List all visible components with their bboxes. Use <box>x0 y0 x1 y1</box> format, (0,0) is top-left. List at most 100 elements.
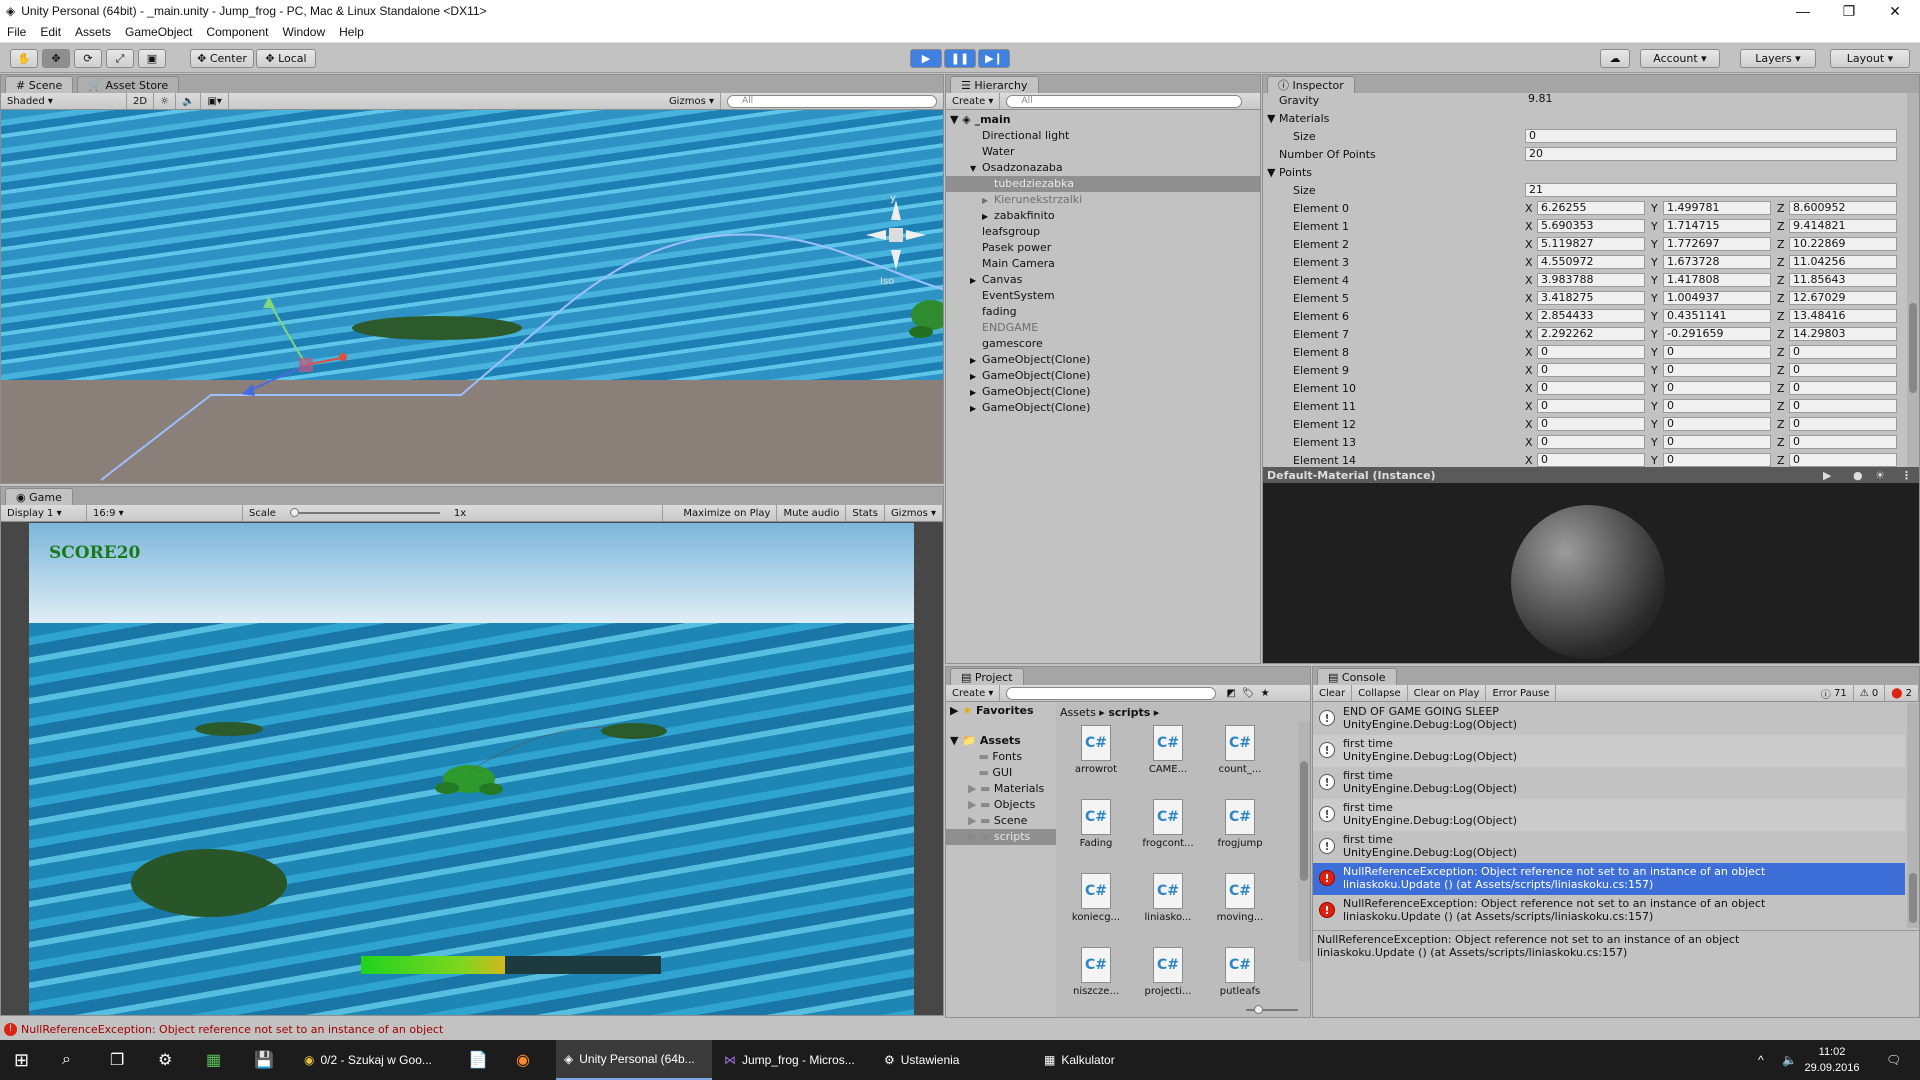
lighting-toggle-icon[interactable]: ☼ <box>154 93 177 109</box>
element-x-field[interactable]: 3.983788 <box>1537 273 1645 287</box>
step-button[interactable]: ▶❙ <box>978 49 1010 68</box>
element-y-field[interactable]: -0.291659 <box>1663 327 1771 341</box>
start-button[interactable]: ⊞ <box>6 1040 42 1080</box>
element-x-field[interactable]: 5.119827 <box>1537 237 1645 251</box>
foldout-arrow-icon[interactable]: ▶ <box>970 385 982 401</box>
foldout-arrow-icon[interactable]: ▶ <box>970 369 982 385</box>
assets-folder[interactable]: ▼ 📁 Assets <box>946 733 1056 749</box>
element-y-field[interactable]: 0 <box>1663 435 1771 449</box>
element-x-field[interactable]: 0 <box>1537 381 1645 395</box>
material-preview[interactable] <box>1263 483 1919 663</box>
menu-component[interactable]: Component <box>199 25 275 39</box>
script-asset[interactable]: C# liniasko... <box>1138 873 1198 923</box>
pivot-local-button[interactable]: ✥ Local <box>256 49 316 68</box>
script-asset[interactable]: C# frogcont... <box>1138 799 1198 849</box>
foldout-arrow-icon[interactable]: ▶ <box>982 193 994 209</box>
hierarchy-search-input[interactable]: All <box>1006 94 1243 108</box>
tab-console[interactable]: ▤ Console <box>1317 668 1397 685</box>
hierarchy-item[interactable]: ▶ GameObject(Clone) <box>946 368 1260 385</box>
element-z-field[interactable]: 11.85643 <box>1789 273 1897 287</box>
pause-button[interactable]: ❚❚ <box>944 49 976 68</box>
project-zoom-slider[interactable] <box>1246 1005 1298 1014</box>
rotate-tool-button[interactable]: ⟳ <box>74 49 102 68</box>
inspector-scroll-thumb[interactable] <box>1909 303 1917 393</box>
shading-mode-dropdown[interactable]: Shaded ▾ <box>1 93 127 109</box>
tab-hierarchy[interactable]: ☰ Hierarchy <box>950 76 1039 93</box>
console-scrollbar[interactable] <box>1907 703 1919 928</box>
project-scrollbar[interactable] <box>1298 721 1310 961</box>
console-scroll-thumb[interactable] <box>1909 873 1917 923</box>
toggle-2d-button[interactable]: 2D <box>127 93 155 109</box>
element-y-field[interactable]: 1.417808 <box>1663 273 1771 287</box>
project-folder[interactable]: ▶ ▬ Objects <box>946 797 1056 813</box>
pinned-app-icon-3[interactable]: 💾 <box>246 1040 282 1080</box>
gravity-field[interactable]: 9.81 <box>1525 93 1897 107</box>
hierarchy-scene-root[interactable]: ▼ ◈ _main <box>946 112 1260 128</box>
element-z-field[interactable]: 0 <box>1789 435 1897 449</box>
hand-tool-button[interactable]: ✋ <box>10 49 38 68</box>
menu-assets[interactable]: Assets <box>68 25 118 39</box>
foldout-arrow-icon[interactable]: ▼ <box>970 161 982 177</box>
project-folder[interactable]: ▶ ▬ Materials <box>946 781 1056 797</box>
tab-game[interactable]: ◉ Game <box>5 488 73 505</box>
element-z-field[interactable]: 14.29803 <box>1789 327 1897 341</box>
script-asset[interactable]: C# koniecg... <box>1066 873 1126 923</box>
move-tool-button[interactable]: ✥ <box>42 49 70 68</box>
filter-type-icon[interactable]: ◩ <box>1226 688 1235 699</box>
element-y-field[interactable]: 1.499781 <box>1663 201 1771 215</box>
taskbar-visualstudio[interactable]: ⋈ Jump_frog - Micros... <box>716 1040 872 1080</box>
menu-file[interactable]: File <box>0 25 33 39</box>
element-z-field[interactable]: 0 <box>1789 453 1897 467</box>
element-y-field[interactable]: 0 <box>1663 453 1771 467</box>
project-folder[interactable]: ▶ ▬ scripts <box>946 829 1056 845</box>
element-z-field[interactable]: 0 <box>1789 417 1897 431</box>
search-icon[interactable]: ⌕ <box>54 1040 90 1080</box>
materials-foldout[interactable]: ▼ Materials <box>1263 112 1329 125</box>
element-x-field[interactable]: 0 <box>1537 453 1645 467</box>
hierarchy-item[interactable]: leafsgroup <box>946 224 1260 240</box>
points-size-field[interactable]: 21 <box>1525 183 1897 197</box>
element-z-field[interactable]: 0 <box>1789 363 1897 377</box>
element-y-field[interactable]: 0 <box>1663 399 1771 413</box>
element-z-field[interactable]: 13.48416 <box>1789 309 1897 323</box>
element-x-field[interactable]: 0 <box>1537 417 1645 431</box>
hierarchy-item[interactable]: fading <box>946 304 1260 320</box>
element-x-field[interactable]: 0 <box>1537 435 1645 449</box>
console-error-pause-button[interactable]: Error Pause <box>1486 685 1557 701</box>
element-z-field[interactable]: 11.04256 <box>1789 255 1897 269</box>
element-y-field[interactable]: 1.714715 <box>1663 219 1771 233</box>
foldout-arrow-icon[interactable]: ▶ <box>970 401 982 417</box>
layout-dropdown[interactable]: Layout ▾ <box>1830 49 1910 68</box>
hierarchy-item[interactable]: ENDGAME <box>946 320 1260 336</box>
rect-tool-button[interactable]: ▣ <box>138 49 166 68</box>
scene-gizmos-dropdown[interactable]: Gizmos ▾ <box>663 93 721 109</box>
hierarchy-item[interactable]: ▶ GameObject(Clone) <box>946 352 1260 368</box>
hierarchy-item[interactable]: Water <box>946 144 1260 160</box>
scale-slider[interactable]: Scale 1x <box>243 505 663 521</box>
display-dropdown[interactable]: Display 1 ▾ <box>1 505 87 521</box>
console-log-entry[interactable]: ! END OF GAME GOING SLEEP UnityEngine.Debu… <box>1313 703 1905 735</box>
console-clear-on-play-button[interactable]: Clear on Play <box>1408 685 1487 701</box>
layers-dropdown[interactable]: Layers ▾ <box>1740 49 1816 68</box>
project-folder[interactable]: ▶ ▬ Scene <box>946 813 1056 829</box>
project-search-input[interactable] <box>1006 686 1217 700</box>
element-x-field[interactable]: 0 <box>1537 345 1645 359</box>
preview-menu-icon[interactable]: ⋮ <box>1901 469 1912 482</box>
project-create-dropdown[interactable]: Create ▾ <box>946 685 1001 701</box>
element-y-field[interactable]: 0 <box>1663 381 1771 395</box>
script-asset[interactable]: C# Fading <box>1066 799 1126 849</box>
scene-search-input[interactable]: All <box>727 94 937 108</box>
hierarchy-item[interactable]: tubedziezabka <box>946 176 1260 192</box>
favorite-star-icon[interactable]: ★ <box>1261 688 1270 699</box>
console-log-entry[interactable]: ! first time UnityEngine.Debug:Log(Object) <box>1313 799 1905 831</box>
console-info-filter[interactable]: ⓘ 71 <box>1815 685 1854 701</box>
hierarchy-item[interactable]: EventSystem <box>946 288 1260 304</box>
breadcrumb-root[interactable]: Assets <box>1060 706 1096 719</box>
effects-dropdown-icon[interactable]: ▣▾ <box>201 93 229 109</box>
clock[interactable]: 11:02 29.09.2016 <box>1800 1044 1864 1076</box>
account-dropdown[interactable]: Account ▾ <box>1640 49 1720 68</box>
script-asset[interactable]: C# frogjump <box>1210 799 1270 849</box>
element-y-field[interactable]: 0 <box>1663 363 1771 377</box>
pivot-center-button[interactable]: ✥ Center <box>190 49 254 68</box>
menu-window[interactable]: Window <box>275 25 332 39</box>
